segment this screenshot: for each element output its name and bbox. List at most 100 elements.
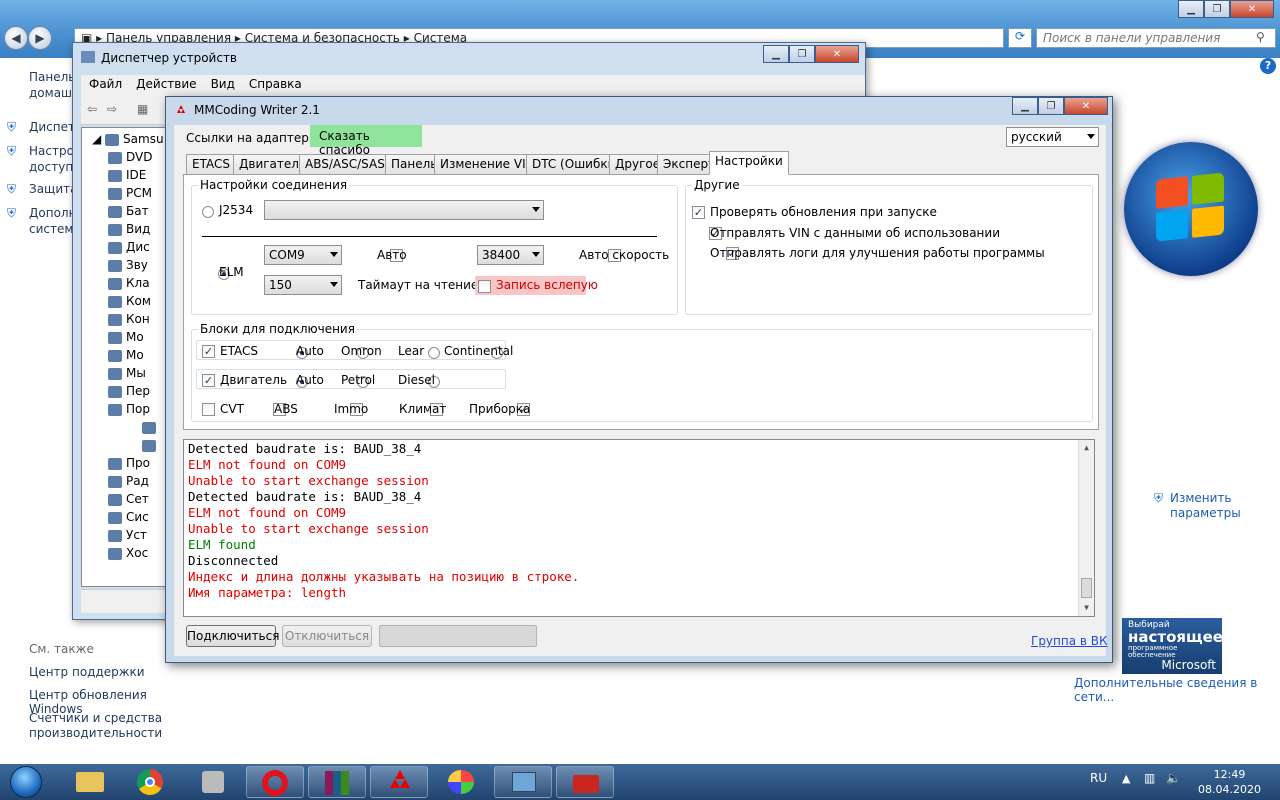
log-lines: Detected baudrate is: BAUD_38_4 ELM not f…	[188, 441, 1090, 601]
etacs-checkbox[interactable]: ✓	[202, 345, 215, 358]
tree-node[interactable]	[142, 420, 160, 434]
tree-node[interactable]: Мо	[108, 348, 144, 362]
tree-node[interactable]: Вид	[108, 222, 150, 236]
tree-node[interactable]: DVD	[108, 150, 152, 164]
blind-write-checkbox[interactable]	[478, 280, 491, 293]
sidebar-link-protection[interactable]: Защита	[29, 182, 78, 196]
tree-root[interactable]: ◢ Samsu	[92, 132, 164, 146]
more-info-link[interactable]: Дополнительные сведения в сети...	[1074, 676, 1280, 704]
timeout-select[interactable]: 150	[264, 275, 342, 295]
log-output[interactable]: Detected baudrate is: BAUD_38_4 ELM not f…	[183, 439, 1095, 617]
minimize-button[interactable]: ▁	[1012, 97, 1038, 115]
tree-node[interactable]: Хос	[108, 546, 148, 560]
back-icon[interactable]: ◀	[4, 26, 28, 50]
tree-node[interactable]: Рад	[108, 474, 149, 488]
scroll-up-icon[interactable]: ▲	[1079, 440, 1094, 456]
sidebar-link-device-manager[interactable]: Диспет	[29, 120, 75, 134]
j2534-radio[interactable]	[202, 205, 214, 218]
refresh-icon[interactable]: ⟳	[1008, 28, 1032, 48]
baud-select[interactable]: 38400	[477, 245, 544, 265]
genuine-microsoft-badge[interactable]: Выбирай настоящее программное обеспечени…	[1122, 618, 1223, 674]
disconnect-button[interactable]: Отключиться	[282, 625, 372, 647]
tray-arrow-icon[interactable]: ▲	[1122, 772, 1130, 785]
cvt-checkbox[interactable]	[202, 403, 215, 416]
sidebar-link-home-2[interactable]: домаш	[29, 86, 72, 100]
volume-icon[interactable]: 🔈	[1166, 771, 1181, 785]
j2534-device-select[interactable]	[264, 200, 544, 220]
tree-node[interactable]: Зву	[108, 258, 148, 272]
mitsubishi-app-icon[interactable]	[370, 766, 428, 798]
search-input[interactable]: Поиск в панели управления	[1036, 28, 1276, 48]
tab-etacs[interactable]: ETACS	[186, 154, 236, 174]
see-also-support[interactable]: Центр поддержки	[29, 665, 145, 679]
menu-view[interactable]: Вид	[211, 77, 235, 95]
tab-vin[interactable]: Изменение VIN	[434, 154, 541, 174]
tab-settings[interactable]: Настройки	[709, 151, 789, 175]
etacs-lear-radio[interactable]	[428, 346, 441, 359]
back-icon[interactable]: ⇦	[87, 102, 97, 116]
minimize-button[interactable]: ▁	[763, 45, 789, 63]
network-icon[interactable]: ▥	[1144, 771, 1155, 785]
explorer-icon[interactable]	[60, 766, 118, 798]
maximize-button[interactable]: ❐	[1204, 0, 1230, 18]
close-button[interactable]: ✕	[1230, 0, 1274, 18]
close-button[interactable]: ✕	[1064, 97, 1108, 115]
forward-icon[interactable]: ▶	[28, 26, 52, 50]
tree-node[interactable]: Уст	[108, 528, 147, 542]
see-also-perf[interactable]: Счетчики и средства	[29, 711, 162, 725]
control-panel-icon[interactable]	[494, 766, 552, 798]
com-port-select[interactable]: COM9	[264, 245, 342, 265]
help-icon[interactable]: ?	[1260, 58, 1276, 74]
log-scrollbar[interactable]: ▲ ▼	[1078, 440, 1094, 616]
toolbox-icon[interactable]	[556, 766, 614, 798]
start-button[interactable]	[4, 764, 48, 800]
sidebar-link-home[interactable]: Панель	[29, 70, 75, 84]
check-updates-checkbox[interactable]: ✓	[692, 206, 705, 219]
vk-group-link[interactable]: Группа в ВК	[1031, 634, 1108, 648]
tree-node[interactable]: Мы	[108, 366, 146, 380]
minimize-button[interactable]: ▁	[1178, 0, 1204, 18]
tree-node[interactable]: Бат	[108, 204, 149, 218]
tree-node[interactable]: Мо	[108, 330, 144, 344]
language-indicator[interactable]: RU	[1090, 771, 1107, 785]
connect-button[interactable]: Подключиться	[186, 625, 279, 647]
close-button[interactable]: ✕	[815, 45, 859, 63]
change-params-link[interactable]: Изменить параметры	[1170, 491, 1250, 521]
tab-abs[interactable]: ABS/ASC/SAS	[299, 154, 391, 174]
sidebar-link-remote[interactable]: Настро	[29, 144, 74, 158]
tree-node[interactable]: IDE	[108, 168, 146, 182]
tree-node[interactable]	[142, 438, 160, 452]
opera-icon[interactable]	[246, 766, 304, 798]
tree-node[interactable]: Про	[108, 456, 150, 470]
menu-action[interactable]: Действие	[136, 77, 196, 95]
tree-node[interactable]: Ком	[108, 294, 151, 308]
usb-tool-icon[interactable]	[184, 766, 242, 798]
tree-node[interactable]: Пор	[108, 402, 150, 416]
scroll-thumb[interactable]	[1081, 578, 1092, 598]
winrar-icon[interactable]	[308, 766, 366, 798]
paint-icon[interactable]	[432, 766, 490, 798]
tree-node[interactable]: Пер	[108, 384, 150, 398]
tree-node[interactable]: Сис	[108, 510, 149, 524]
menu-file[interactable]: Файл	[89, 77, 122, 95]
maximize-button[interactable]: ❐	[789, 45, 815, 63]
sidebar-link-advanced[interactable]: Дополн	[29, 206, 76, 220]
scroll-down-icon[interactable]: ▼	[1079, 600, 1094, 616]
grid-icon[interactable]: ▦	[137, 102, 148, 116]
language-select[interactable]: русский	[1006, 127, 1099, 147]
tree-node[interactable]: PCM	[108, 186, 152, 200]
thanks-button[interactable]: Сказать спасибо	[310, 125, 422, 157]
see-also-perf-2[interactable]: производительности	[29, 726, 162, 740]
maximize-button[interactable]: ❐	[1038, 97, 1064, 115]
forward-icon[interactable]: ⇨	[107, 102, 117, 116]
tree-node[interactable]: Кла	[108, 276, 150, 290]
chrome-icon[interactable]	[122, 766, 180, 798]
blind-write-option[interactable]: Запись вслепую	[475, 276, 598, 295]
engine-checkbox[interactable]: ✓	[202, 374, 215, 387]
tree-node[interactable]: Сет	[108, 492, 149, 506]
tree-node[interactable]: Дис	[108, 240, 150, 254]
menu-help[interactable]: Справка	[249, 77, 302, 95]
adapter-links-link[interactable]: Ссылки на адаптеры	[186, 131, 318, 145]
tree-node[interactable]: Кон	[108, 312, 150, 326]
clock[interactable]: 12:49 08.04.2020	[1198, 767, 1261, 797]
